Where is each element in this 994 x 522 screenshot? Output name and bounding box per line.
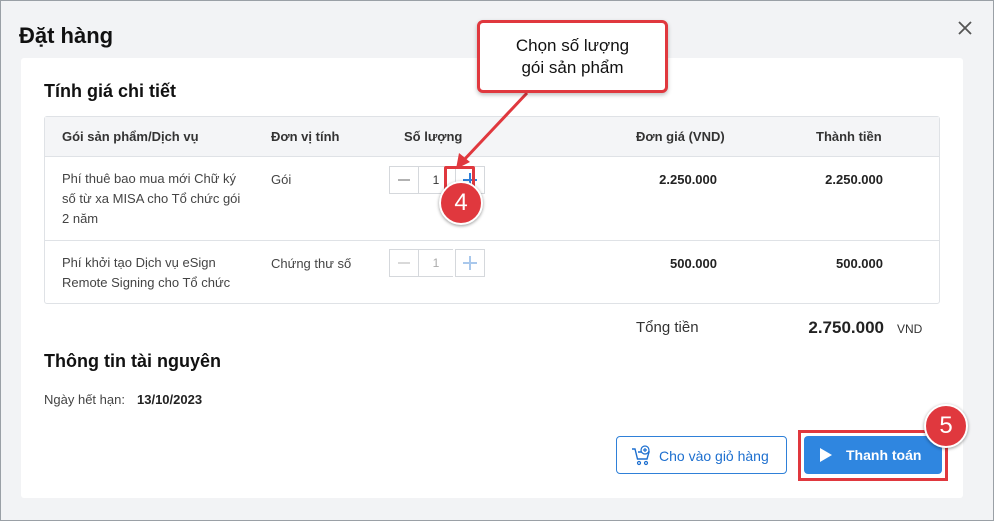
order-dialog: Đặt hàng Tính giá chi tiết Gói sản phẩm/…	[0, 0, 994, 521]
step-badge-4: 4	[439, 181, 483, 225]
callout-box: Chọn số lượng gói sản phẩm	[477, 20, 668, 93]
step-badge-5: 5	[924, 404, 968, 448]
